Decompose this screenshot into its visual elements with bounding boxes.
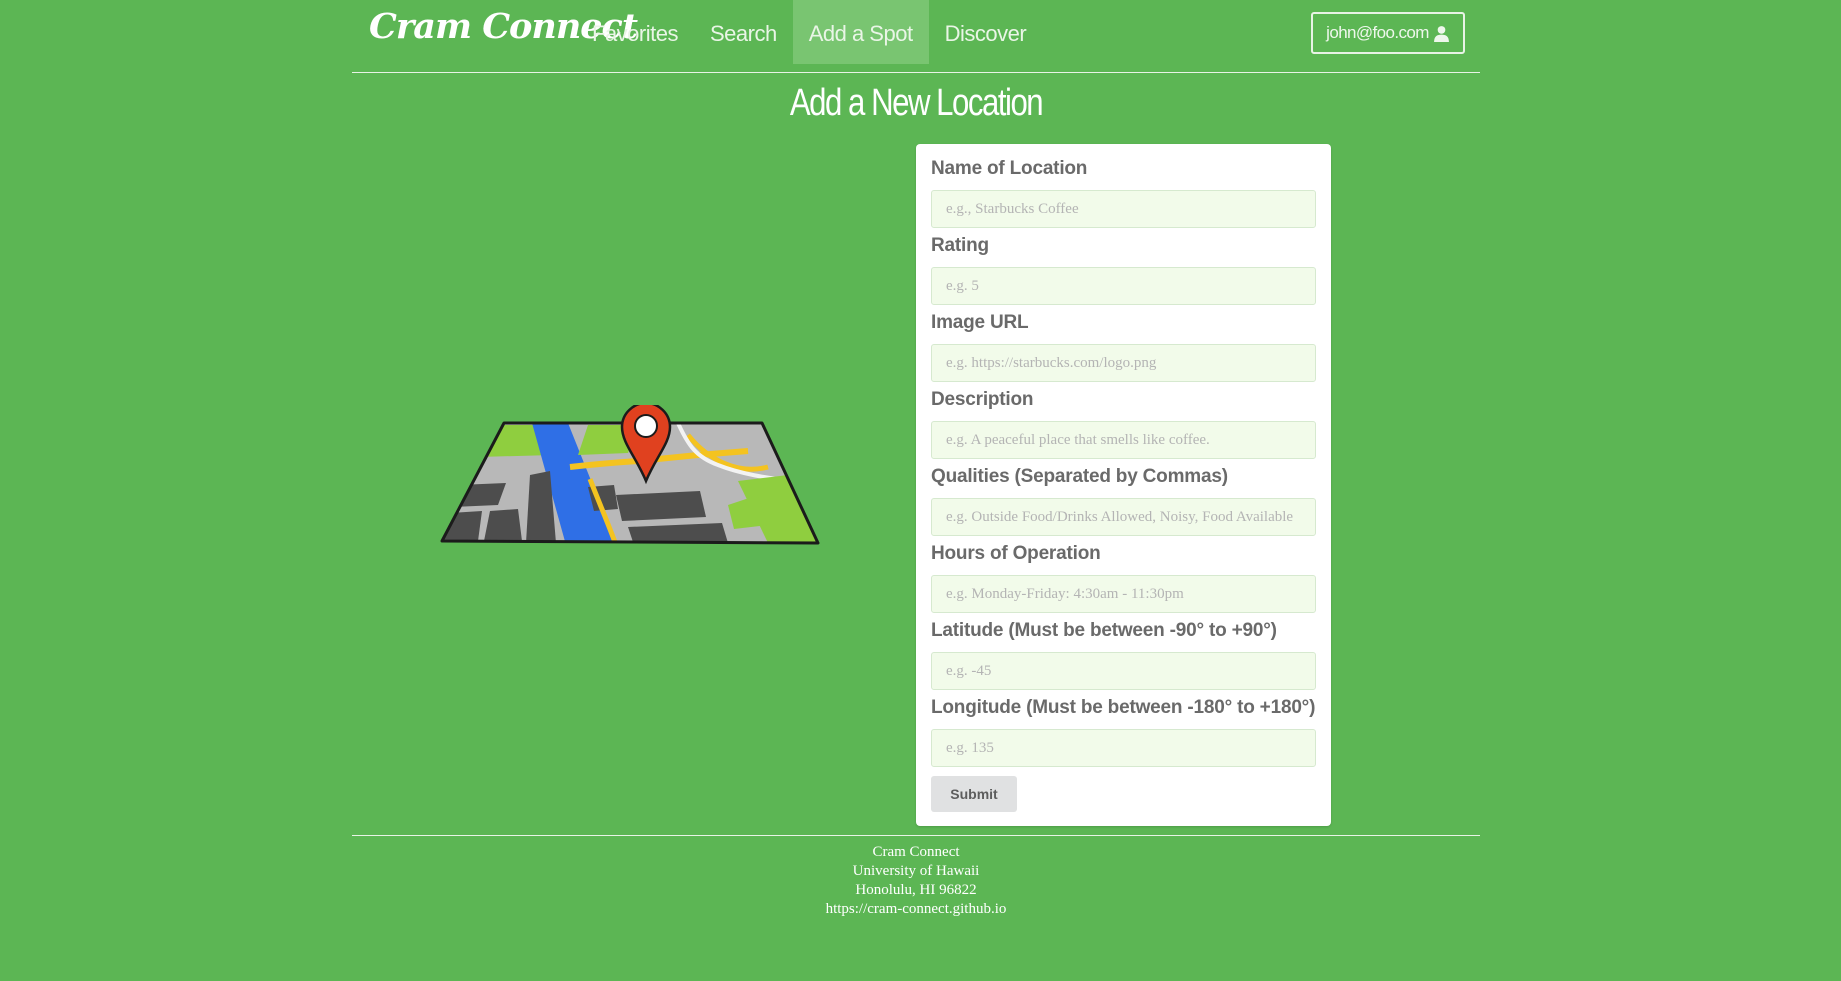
footer-url-link[interactable]: https://cram-connect.github.io <box>352 900 1480 919</box>
label-latitude: Latitude (Must be between -90° to +90°) <box>931 620 1277 641</box>
page-title: Add a New Location <box>789 82 1044 124</box>
footer-address: Honolulu, HI 96822 <box>855 882 977 898</box>
label-qualities: Qualities (Separated by Commas) <box>931 466 1228 487</box>
field-hours-of-operation: Hours of Operation <box>931 540 1316 613</box>
nav-discover[interactable]: Discover <box>929 0 1043 64</box>
field-latitude: Latitude (Must be between -90° to +90°) <box>931 617 1316 690</box>
user-email: john@foo.com <box>1326 23 1429 42</box>
submit-button[interactable]: Submit <box>931 776 1017 812</box>
longitude-input[interactable] <box>931 729 1316 767</box>
field-rating: Rating <box>931 232 1316 305</box>
footer-site-name: Cram Connect <box>872 844 960 860</box>
footer-university: University of Hawaii <box>852 863 980 879</box>
label-hours-of-operation: Hours of Operation <box>931 543 1101 564</box>
nav-add-a-spot[interactable]: Add a Spot <box>792 0 929 64</box>
field-longitude: Longitude (Must be between -180° to +180… <box>931 694 1316 767</box>
label-rating: Rating <box>931 235 989 256</box>
nav-search[interactable]: Search <box>694 0 793 64</box>
user-menu-button[interactable]: john@foo.com <box>1311 12 1465 54</box>
field-image-url: Image URL <box>931 309 1316 382</box>
user-icon <box>1433 25 1449 42</box>
hours-of-operation-input[interactable] <box>931 575 1316 613</box>
field-qualities: Qualities (Separated by Commas) <box>931 463 1316 536</box>
image-url-input[interactable] <box>931 344 1316 382</box>
nav-links: Favorites Search Add a Spot Discover <box>576 0 1042 64</box>
label-longitude: Longitude (Must be between -180° to +180… <box>931 697 1316 718</box>
label-image-url: Image URL <box>931 312 1029 333</box>
label-name-of-location: Name of Location <box>931 158 1088 179</box>
field-name-of-location: Name of Location <box>931 155 1316 228</box>
name-of-location-input[interactable] <box>931 190 1316 228</box>
footer: Cram Connect University of Hawaii Honolu… <box>352 843 1480 919</box>
nav-favorites[interactable]: Favorites <box>576 0 694 64</box>
rating-input[interactable] <box>931 267 1316 305</box>
top-navbar: Cram Connect Favorites Search Add a Spot… <box>352 0 1480 73</box>
map-with-pin-illustration <box>440 405 820 545</box>
qualities-input[interactable] <box>931 498 1316 536</box>
description-input[interactable] <box>931 421 1316 459</box>
latitude-input[interactable] <box>931 652 1316 690</box>
add-location-form: Name of Location Rating Image URL Descri… <box>916 144 1331 826</box>
footer-divider <box>352 835 1480 836</box>
label-description: Description <box>931 389 1034 410</box>
field-description: Description <box>931 386 1316 459</box>
